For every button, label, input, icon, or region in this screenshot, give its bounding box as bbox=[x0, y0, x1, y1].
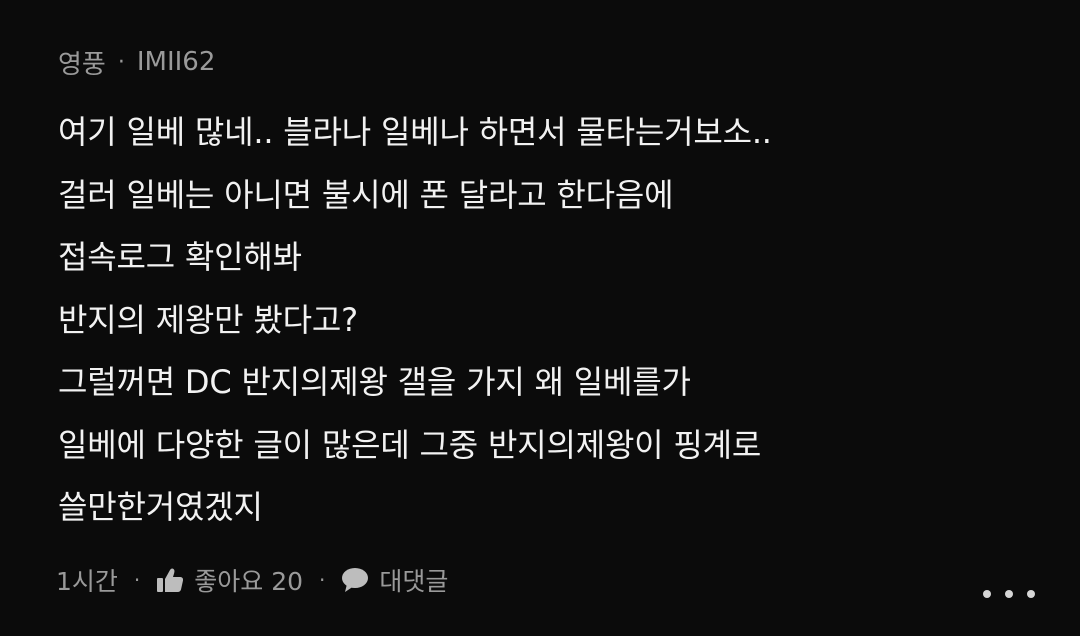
author-name[interactable]: 영풍 bbox=[58, 44, 106, 81]
reply-label: 대댓글 bbox=[379, 567, 449, 596]
comment-line: 쓸만한거였겠지 bbox=[58, 488, 263, 527]
comment-line: 그럴꺼면 DC 반지의제왕 갤을 가지 왜 일베를가 bbox=[58, 363, 691, 402]
comment-line: 접속로그 확인해봐 bbox=[58, 238, 302, 277]
comment-meta: 영풍 · IMII62 bbox=[58, 44, 215, 80]
comment-line: 일베에 다양한 글이 많은데 그중 반지의제왕이 핑계로 bbox=[58, 425, 762, 464]
footer-separator: · bbox=[319, 568, 326, 592]
comment-line: 여기 일베 많네.. 블라나 일베나 하면서 물타는거보소.. bbox=[58, 113, 772, 152]
comment-body: 여기 일베 많네.. 블라나 일베나 하면서 물타는거보소.. 걸러 일베는 아… bbox=[58, 99, 1048, 537]
speech-bubble-icon bbox=[341, 567, 369, 593]
comment-card: 영풍 · IMII62 여기 일베 많네.. 블라나 일베나 하면서 물타는거보… bbox=[0, 0, 1080, 636]
meta-separator: · bbox=[117, 49, 125, 75]
footer-separator: · bbox=[133, 568, 141, 592]
like-button[interactable]: 좋아요 20 bbox=[156, 562, 303, 598]
user-id[interactable]: IMII62 bbox=[137, 47, 216, 77]
comment-line: 걸러 일베는 아니면 불시에 폰 달라고 한다음에 bbox=[58, 175, 674, 214]
more-options-button[interactable] bbox=[983, 580, 1035, 608]
more-dots-icon bbox=[983, 590, 991, 598]
thumbs-up-icon bbox=[156, 567, 184, 593]
reply-button[interactable]: 대댓글 bbox=[341, 562, 448, 598]
more-dots-icon bbox=[1027, 590, 1035, 598]
more-dots-icon bbox=[1005, 590, 1013, 598]
like-count-label: 좋아요 20 bbox=[194, 567, 304, 596]
timestamp: 1시간 bbox=[56, 567, 118, 596]
comment-line: 반지의 제왕만 봤다고? bbox=[58, 300, 358, 339]
comment-footer: 1시간 · 좋아요 20 · 대댓글 bbox=[56, 560, 448, 600]
